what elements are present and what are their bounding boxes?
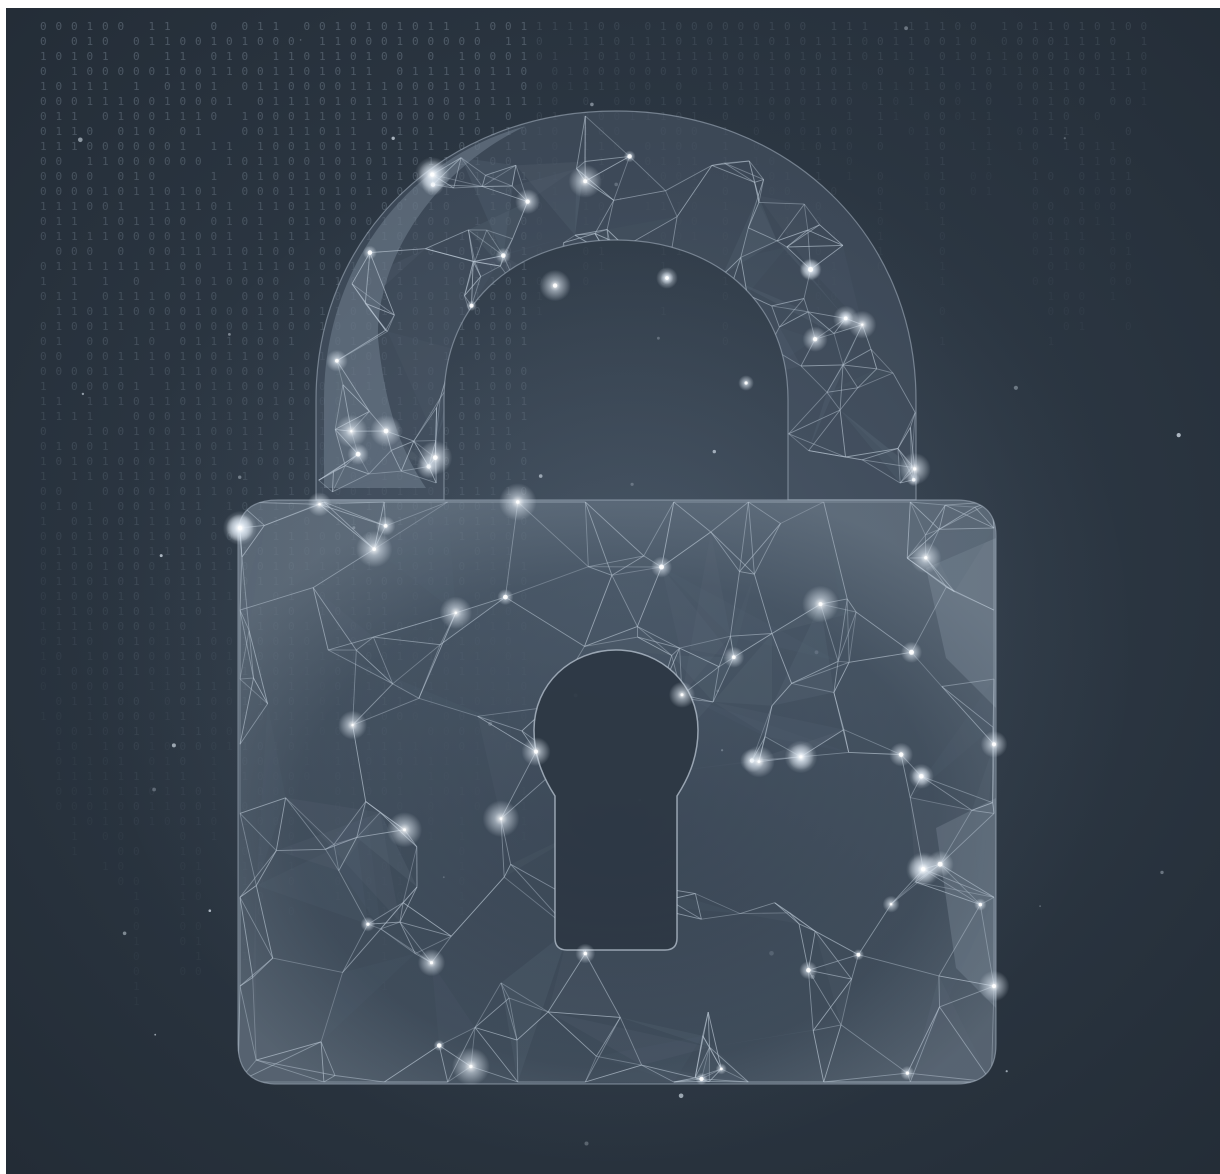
- padlock-icon: [96, 110, 1136, 1168]
- security-illustration: 0010100010001000100000111001100100000010…: [6, 8, 1220, 1174]
